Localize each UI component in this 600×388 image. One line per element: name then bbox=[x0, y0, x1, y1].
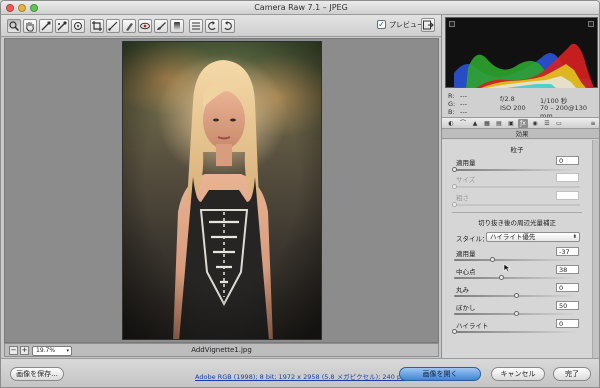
rotate-right-icon[interactable] bbox=[221, 19, 235, 33]
vignette-section-title: 切り抜き後の周辺光量補正 bbox=[478, 219, 556, 227]
vignette-amount-thumb[interactable] bbox=[490, 257, 496, 262]
title-bar: Camera Raw 7.1 – JPEG bbox=[1, 1, 599, 15]
tab-effects[interactable]: ƒx bbox=[518, 119, 528, 128]
done-button[interactable]: 完了 bbox=[553, 367, 591, 381]
graduated-filter-icon[interactable] bbox=[170, 19, 184, 33]
iso-value: ISO 200 bbox=[500, 104, 526, 112]
vignette-amount-label: 適用量 bbox=[456, 250, 476, 258]
panel-scrollbar[interactable] bbox=[592, 140, 599, 358]
vignette-roundness-thumb[interactable] bbox=[514, 293, 519, 298]
camera-raw-window: Camera Raw 7.1 – JPEG ✓ プレビュー − + 19.7% … bbox=[0, 0, 600, 388]
grain-amount-field[interactable]: 0 bbox=[556, 156, 579, 165]
vignette-style-select[interactable]: ハイライト優先 ⬍ bbox=[486, 232, 580, 242]
tab-lens-corrections[interactable]: ▣ bbox=[506, 119, 516, 128]
white-balance-tool-icon[interactable] bbox=[39, 19, 53, 33]
grain-size-label: サイズ bbox=[456, 176, 476, 184]
histogram-graph bbox=[454, 43, 594, 88]
tab-detail[interactable]: ▲ bbox=[470, 119, 480, 128]
vignette-highlights-thumb[interactable] bbox=[452, 329, 457, 334]
rotate-left-icon[interactable] bbox=[205, 19, 219, 33]
grain-roughness-label: 粗さ bbox=[456, 194, 469, 202]
tab-split-toning[interactable]: ▤ bbox=[494, 119, 504, 128]
red-eye-tool-icon[interactable] bbox=[138, 19, 152, 33]
tab-snapshots[interactable]: ▭ bbox=[554, 119, 564, 128]
b-value: --- bbox=[460, 108, 468, 116]
right-panel: R: --- G: --- B: --- f/2.8 1/100 秒 ISO 2… bbox=[441, 15, 599, 358]
tab-camera-calibration[interactable]: ◉ bbox=[530, 119, 540, 128]
histogram bbox=[445, 17, 598, 88]
cancel-button[interactable]: キャンセル bbox=[491, 367, 545, 381]
grain-size-thumb[interactable] bbox=[452, 184, 457, 189]
vignette-feather-field[interactable]: 50 bbox=[556, 301, 579, 310]
grain-size-slider[interactable] bbox=[454, 186, 580, 188]
r-label: R: bbox=[448, 92, 455, 100]
vignette-highlights-slider[interactable] bbox=[454, 331, 580, 333]
image-canvas[interactable] bbox=[4, 38, 439, 343]
grain-amount-thumb[interactable] bbox=[452, 167, 457, 172]
tab-basic[interactable]: ◐ bbox=[446, 119, 456, 128]
vignette-feather-thumb[interactable] bbox=[514, 311, 519, 316]
panel-header: 効果 bbox=[442, 129, 599, 139]
grain-roughness-slider[interactable] bbox=[454, 204, 580, 206]
vignette-midpoint-label: 中心点 bbox=[456, 268, 476, 276]
vignette-roundness-label: 丸み bbox=[456, 286, 469, 294]
targeted-adjustment-tool-icon[interactable] bbox=[71, 19, 85, 33]
vignette-feather-label: ぼかし bbox=[456, 304, 476, 312]
info-readout: R: --- G: --- B: --- f/2.8 1/100 秒 ISO 2… bbox=[445, 89, 598, 120]
tab-presets[interactable]: ☰ bbox=[542, 119, 552, 128]
vignette-midpoint-field[interactable]: 38 bbox=[556, 265, 579, 274]
b-label: B: bbox=[448, 108, 455, 116]
grain-roughness-field[interactable] bbox=[556, 191, 579, 200]
vignette-highlights-label: ハイライト bbox=[456, 322, 489, 330]
tab-tone-curve[interactable]: ⌒ bbox=[458, 119, 468, 128]
grain-amount-label: 適用量 bbox=[456, 159, 476, 167]
vignette-amount-field[interactable]: -37 bbox=[556, 247, 579, 256]
zoom-tool-icon[interactable] bbox=[7, 19, 21, 33]
effects-panel: 粒子 適用量 0 サイズ 粗さ 切り抜き後の周辺光量補正 スタイル： ハイライト… bbox=[442, 140, 599, 358]
window-title: Camera Raw 7.1 – JPEG bbox=[254, 3, 348, 12]
vignette-highlights-field[interactable]: 0 bbox=[556, 319, 579, 328]
chevron-down-icon: ⬍ bbox=[572, 234, 577, 240]
tab-hsl[interactable]: ▦ bbox=[482, 119, 492, 128]
vignette-style-label: スタイル： bbox=[456, 235, 489, 243]
adjustment-brush-icon[interactable] bbox=[154, 19, 168, 33]
image-status-bar: − + 19.7% ▾ AddVignette1.jpg bbox=[4, 343, 439, 357]
footer-bar: 画像を保存... Adobe RGB (1998); 8 bit; 1972 x… bbox=[1, 358, 599, 387]
panel-menu-icon[interactable]: ≡ bbox=[588, 119, 598, 128]
straighten-tool-icon[interactable] bbox=[106, 19, 120, 33]
vignette-style-value: ハイライト優先 bbox=[490, 233, 536, 241]
aperture-value: f/2.8 bbox=[500, 95, 515, 103]
g-value: --- bbox=[460, 100, 468, 108]
grain-size-field[interactable] bbox=[556, 173, 579, 182]
photo-preview bbox=[122, 41, 322, 340]
hand-tool-icon[interactable] bbox=[23, 19, 37, 33]
preview-label: プレビュー bbox=[389, 21, 424, 29]
file-name: AddVignette1.jpg bbox=[191, 346, 252, 354]
color-sampler-tool-icon[interactable] bbox=[55, 19, 69, 33]
section-divider bbox=[452, 212, 582, 213]
vignette-midpoint-thumb[interactable] bbox=[499, 275, 505, 280]
open-image-button[interactable]: 画像を開く bbox=[399, 367, 481, 381]
tool-bar bbox=[1, 15, 441, 37]
vignette-midpoint-slider[interactable] bbox=[454, 277, 580, 279]
spot-removal-tool-icon[interactable] bbox=[122, 19, 136, 33]
preferences-icon[interactable] bbox=[189, 19, 203, 33]
vignette-roundness-field[interactable]: 0 bbox=[556, 283, 579, 292]
fullscreen-button[interactable] bbox=[421, 18, 435, 32]
r-value: --- bbox=[460, 92, 468, 100]
mouse-pointer-icon bbox=[503, 263, 511, 273]
vignette-overlay bbox=[123, 42, 321, 339]
panel-tabs: ◐ ⌒ ▲ ▦ ▤ ▣ ƒx ◉ ☰ ▭ ≡ bbox=[442, 117, 599, 129]
g-label: G: bbox=[448, 100, 456, 108]
grain-roughness-thumb[interactable] bbox=[452, 202, 457, 207]
grain-amount-slider[interactable] bbox=[454, 169, 580, 171]
grain-section-title: 粒子 bbox=[510, 146, 524, 154]
crop-tool-icon[interactable] bbox=[90, 19, 104, 33]
preview-checkbox[interactable]: ✓ bbox=[377, 20, 386, 29]
vignette-amount-slider[interactable] bbox=[454, 259, 580, 261]
